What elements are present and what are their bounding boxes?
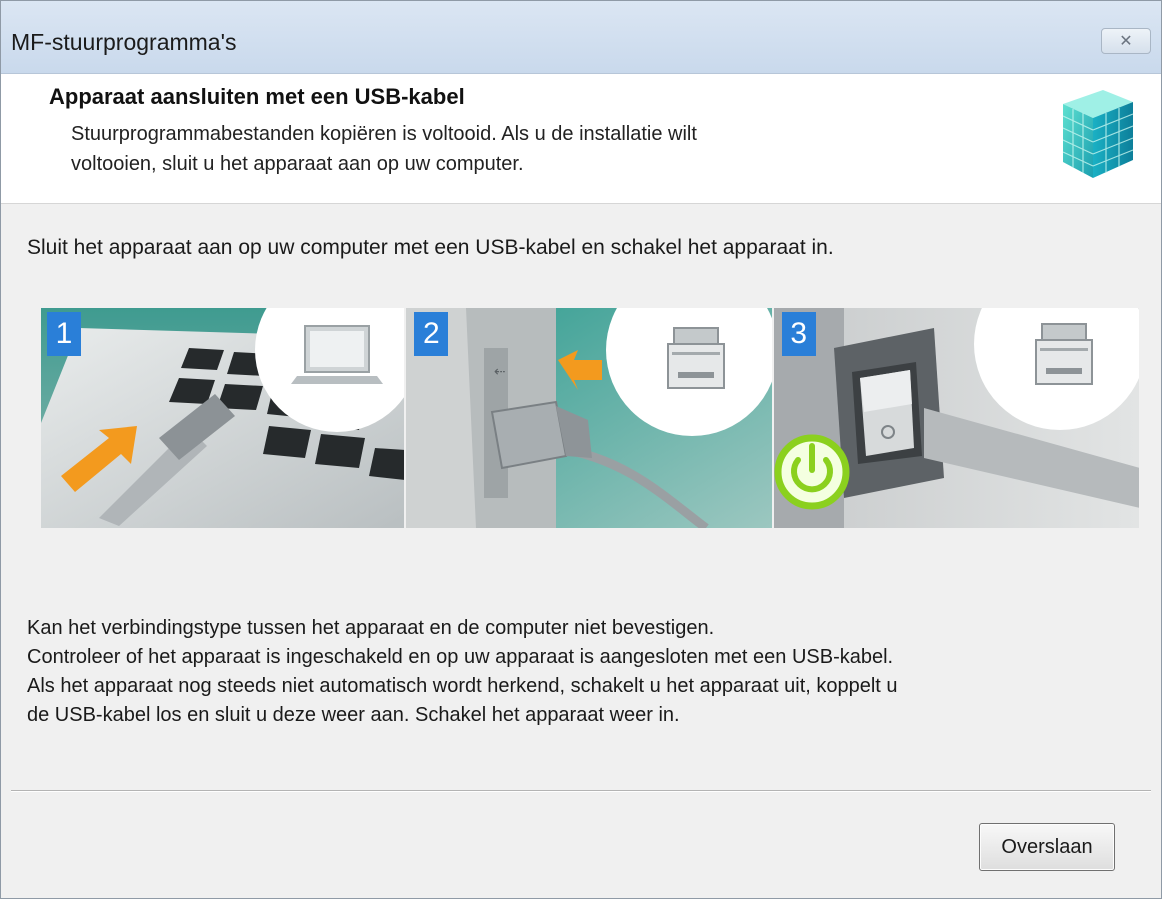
close-button[interactable]: ✕ <box>1101 28 1151 54</box>
header-description-line-2: voltooien, sluit u het apparaat aan op u… <box>71 153 524 175</box>
cube-grid-icon <box>1062 90 1134 178</box>
step-illustrations: 1 ⇠ 2 3 <box>39 308 1139 528</box>
window-title: MF-stuurprogramma's <box>11 29 237 55</box>
skip-button[interactable]: Overslaan <box>979 823 1115 871</box>
header-title: Apparaat aansluiten met een USB-kabel <box>49 84 465 109</box>
step-2-badge: 2 <box>414 312 449 356</box>
power-switch-icon <box>773 308 1139 528</box>
usb-printer-icon: ⇠ <box>406 308 772 528</box>
instruction-text: Sluit het apparaat aan op uw computer me… <box>27 236 834 259</box>
usb-laptop-icon <box>39 308 405 528</box>
footer-divider <box>11 790 1151 792</box>
step-1-badge: 1 <box>47 312 81 356</box>
header-description-line-1: Stuurprogrammabestanden kopiëren is volt… <box>71 123 697 145</box>
message-line-1: Kan het verbindingstype tussen het appar… <box>27 617 715 639</box>
svg-text:⇠: ⇠ <box>494 364 506 380</box>
wizard-header: Apparaat aansluiten met een USB-kabel St… <box>1 74 1161 204</box>
step-2-panel: ⇠ 2 <box>406 308 772 528</box>
message-line-3: Als het apparaat nog steeds niet automat… <box>27 675 898 697</box>
message-line-2: Controleer of het apparaat is ingeschake… <box>27 646 894 668</box>
wizard-body: Sluit het apparaat aan op uw computer me… <box>1 204 1161 794</box>
message-line-4: de USB-kabel los en sluit u deze weer aa… <box>27 704 680 726</box>
title-bar: MF-stuurprogramma's ✕ <box>1 1 1161 74</box>
status-message: Kan het verbindingstype tussen het appar… <box>27 614 1137 730</box>
step-3-badge: 3 <box>781 312 816 356</box>
header-description: Stuurprogrammabestanden kopiëren is volt… <box>71 119 871 179</box>
installer-window: MF-stuurprogramma's ✕ Apparaat aansluite… <box>0 0 1162 899</box>
step-3-panel: 3 <box>773 308 1139 528</box>
step-1-panel: 1 <box>39 308 405 528</box>
close-icon: ✕ <box>1119 33 1133 50</box>
